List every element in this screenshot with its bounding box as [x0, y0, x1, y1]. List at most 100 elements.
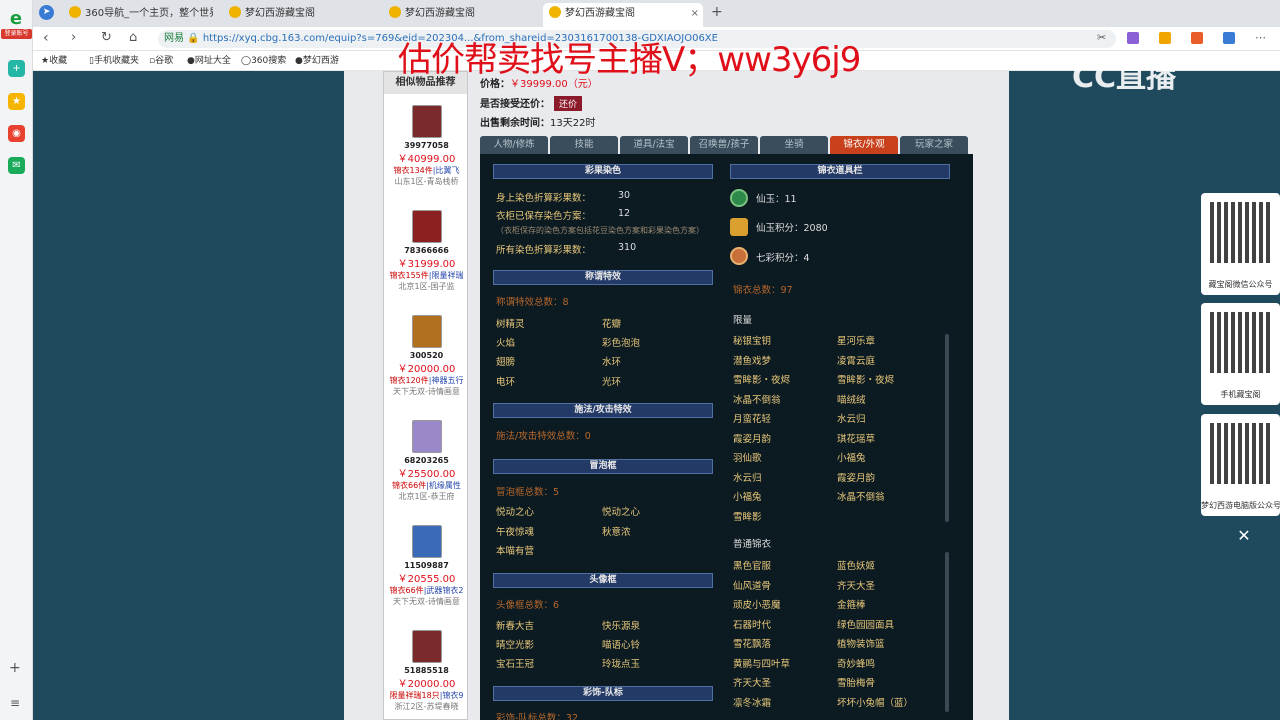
navigation-icon[interactable]: ➤: [39, 5, 54, 20]
wardrobe-item: 蓝色妖姬: [837, 561, 876, 572]
wardrobe-item: 绿色园园面具: [837, 619, 895, 631]
cut-icon[interactable]: ✂: [1097, 31, 1106, 44]
wardrobe-item: 雪眸影・夜烬: [837, 375, 895, 386]
similar-item-2[interactable]: 78366666 ￥31999.00 锦衣155件|限量祥瑞 北京1区-国子监: [384, 210, 469, 292]
wardrobe-item: 凛冬冰霜: [733, 697, 772, 709]
wardrobe-item: 植物装饰篮: [837, 639, 885, 650]
similar-item-3[interactable]: 300520 ￥20000.00 锦衣120件|神器五行 天下无双-诗情画意: [384, 315, 469, 397]
tab-cbg-2[interactable]: 梦幻西游藏宝阁: [383, 3, 538, 27]
tab-character[interactable]: 人物/修炼: [480, 136, 548, 154]
game-icon[interactable]: [1191, 32, 1203, 44]
wardrobe-item: 月蛮花轻: [733, 414, 772, 425]
tab-360-nav[interactable]: 360导航_一个主页，整个世界: [63, 3, 213, 27]
wardrobe-item: 星河乐章: [837, 336, 876, 347]
time-row: 出售剩余时间：13天22时: [480, 118, 596, 129]
reload-icon[interactable]: ↻: [101, 30, 112, 45]
weibo-icon[interactable]: ◉: [8, 125, 25, 142]
character-avatar[interactable]: [411, 210, 442, 243]
wardrobe-panel: 彩果染色 身上染色折算彩果数： 30 衣柜已保存染色方案： 12 （衣柜保存的染色方…: [480, 154, 973, 720]
wardrobe-item: 凌霄云庭: [837, 355, 876, 367]
similar-item-1[interactable]: 39977058 ￥40999.00 锦衣134件|比翼飞 山东1区-青岛栈桥: [384, 105, 469, 187]
bookmark-favorites[interactable]: ★ 收藏: [41, 51, 67, 71]
cbg-icon: [229, 6, 241, 18]
zone-label: 网易: [164, 33, 184, 44]
normal-scrollbar[interactable]: [945, 552, 949, 712]
plus-app-icon[interactable]: +: [8, 60, 25, 77]
back-icon[interactable]: ‹: [43, 30, 49, 46]
qr-code-icon: [1210, 312, 1271, 373]
character-avatar[interactable]: [411, 315, 442, 348]
stream-promo-text: 估价帮卖找号主播V；ww3y6j9: [398, 40, 861, 80]
browser-logo-icon[interactable]: e: [3, 10, 29, 28]
wardrobe-item: 齐天大圣: [837, 580, 876, 592]
tab-bar: ➤ 360导航_一个主页，整个世界 梦幻西游藏宝阁 梦幻西游藏宝阁 梦幻西游藏宝…: [33, 0, 1280, 27]
character-avatar[interactable]: [411, 525, 442, 558]
tab-close-icon[interactable]: ×: [691, 3, 699, 25]
wardrobe-item: 坏坏小兔帽（蓝）: [837, 697, 914, 709]
jade-points-icon: [730, 218, 748, 236]
attack-effect-section-title: 施法/攻击特效: [493, 403, 713, 418]
title-effect-section-title: 称谓特效: [493, 270, 713, 285]
tab-home[interactable]: 玩家之家: [900, 136, 968, 154]
qr-card-mobile[interactable]: 手机藏宝阁: [1201, 303, 1280, 405]
wardrobe-item: 秘银宝钥: [733, 336, 772, 347]
menu-icon[interactable]: ≡: [10, 696, 20, 710]
tab-cbg-active[interactable]: 梦幻西游藏宝阁 ×: [543, 3, 703, 27]
qr-card-wechat[interactable]: 藏宝阁微信公众号: [1201, 193, 1280, 295]
wardrobe-item: 黄鹂与四叶草: [733, 658, 791, 670]
character-avatar[interactable]: [411, 630, 442, 663]
translate-icon[interactable]: [1223, 32, 1235, 44]
tab-wardrobe[interactable]: 锦衣/外观: [830, 136, 898, 154]
add-icon[interactable]: +: [9, 660, 21, 676]
character-avatar[interactable]: [411, 420, 442, 453]
bookmark-sites[interactable]: ● 网址大全: [187, 51, 231, 71]
wardrobe-item: 琪花瑶草: [837, 433, 876, 445]
wardrobe-item: 冰晶不倒翁: [837, 492, 885, 503]
cbg-icon: [389, 6, 401, 18]
extension-icon[interactable]: [1127, 32, 1139, 44]
360-icon: [69, 6, 81, 18]
bookmark-google[interactable]: ▫ 谷歌: [149, 51, 173, 71]
menu-dots-icon[interactable]: ⋯: [1255, 31, 1266, 44]
tab-pets[interactable]: 召唤兽/孩子: [690, 136, 758, 154]
haggle-button[interactable]: 还价: [554, 96, 583, 111]
qr-code-icon: [1210, 202, 1271, 263]
wardrobe-item: 小福兔: [733, 492, 762, 503]
wardrobe-item: 小福兔: [837, 453, 866, 464]
mail-icon[interactable]: ✉: [8, 157, 25, 174]
jade-row: 仙玉：11: [756, 194, 797, 205]
avatar-frame-section-title: 头像框: [493, 573, 713, 588]
qr-code-icon: [1210, 423, 1271, 484]
limited-title: 限量: [733, 315, 753, 326]
new-tab-button[interactable]: +: [711, 4, 723, 20]
dye-section-title: 彩果染色: [493, 164, 713, 179]
tab-skills[interactable]: 技能: [550, 136, 618, 154]
shield-icon[interactable]: [1159, 32, 1171, 44]
wardrobe-item: 潜鱼戏梦: [733, 355, 772, 367]
tab-items[interactable]: 道具/法宝: [620, 136, 688, 154]
tab-mounts[interactable]: 坐骑: [760, 136, 828, 154]
forward-icon[interactable]: ›: [71, 30, 76, 45]
home-icon[interactable]: ⌂: [129, 30, 137, 45]
bookmark-mobile[interactable]: ▯ 手机收藏夹: [89, 51, 139, 71]
similar-items-panel: 相似物品推荐 39977058 ￥40999.00 锦衣134件|比翼飞 山东1…: [383, 71, 468, 720]
bookmark-mhxy[interactable]: ● 梦幻西游: [295, 51, 339, 71]
qr-card-pc[interactable]: 梦幻西游电脑版公众号: [1201, 414, 1280, 516]
bookmark-360search[interactable]: ◯ 360搜索: [241, 51, 286, 71]
character-avatar[interactable]: [411, 105, 442, 138]
similar-item-4[interactable]: 68203265 ￥25500.00 锦衣66件|机缘属性 北京1区-恭王府: [384, 420, 469, 502]
star-app-icon[interactable]: ★: [8, 93, 25, 110]
wardrobe-item: 羽仙歌: [733, 453, 762, 464]
tab-cbg-1[interactable]: 梦幻西游藏宝阁: [223, 3, 378, 27]
bubble-section-title: 冒泡框: [493, 459, 713, 474]
wardrobe-item: 仙风道骨: [733, 580, 772, 592]
login-badge[interactable]: 登录账号: [1, 29, 32, 39]
similar-item-6[interactable]: 51885518 ￥20000.00 限量祥瑞18只|锦衣9 浙江2区-苏堤春晓: [384, 630, 469, 712]
wardrobe-item: 冰晶不倒翁: [733, 394, 781, 406]
wardrobe-item: 石器时代: [733, 619, 772, 631]
wardrobe-item: 霞姿月韵: [733, 433, 772, 445]
cbg-icon: [549, 6, 561, 18]
limited-scrollbar[interactable]: [945, 334, 949, 522]
similar-item-5[interactable]: 11509887 ￥20555.00 锦衣66件|武器锦衣2 天下无双-诗情画意: [384, 525, 469, 607]
close-icon[interactable]: ✕: [1234, 526, 1254, 546]
